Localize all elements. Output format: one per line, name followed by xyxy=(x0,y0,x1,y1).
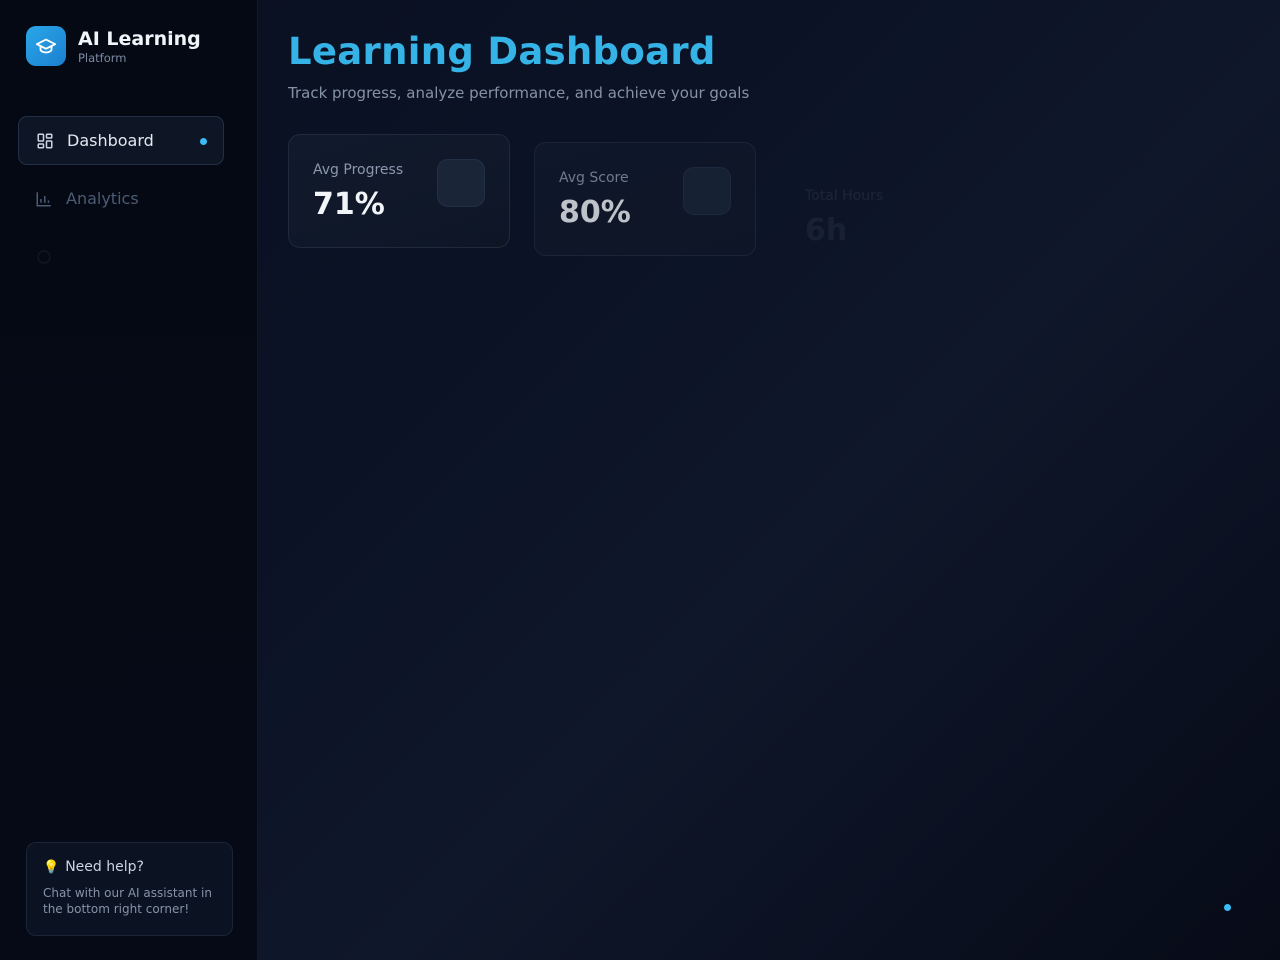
stat-label: Avg Score xyxy=(559,170,629,186)
sidebar-item-label: Dashboard xyxy=(67,131,154,150)
chat-assistant-indicator[interactable] xyxy=(1224,904,1231,911)
help-card: 💡 Need help? Chat with our AI assistant … xyxy=(26,842,233,936)
sidebar-item-analytics[interactable]: Analytics xyxy=(18,174,224,223)
stat-value: 80% xyxy=(559,195,631,230)
stat-card-avg-progress: Avg Progress 71% xyxy=(288,134,510,248)
page-subtitle: Track progress, analyze performance, and… xyxy=(288,84,750,102)
stat-card-total-hours: Total Hours 6h xyxy=(780,160,1002,274)
stat-icon xyxy=(437,159,485,207)
bar-chart-icon xyxy=(34,189,54,209)
sidebar-item-hidden[interactable] xyxy=(18,232,224,281)
stat-label: Avg Progress xyxy=(313,162,404,178)
lightbulb-icon: 💡 xyxy=(43,859,60,875)
item-icon xyxy=(34,247,54,267)
graduation-cap-icon xyxy=(26,26,66,66)
dashboard-grid-icon xyxy=(35,131,55,151)
active-indicator-dot xyxy=(200,138,207,145)
page-title: Learning Dashboard xyxy=(288,30,716,73)
brand[interactable]: AI Learning Platform xyxy=(26,26,201,66)
stat-value: 71% xyxy=(313,187,385,222)
brand-subtitle: Platform xyxy=(78,51,127,65)
stat-card-avg-score: Avg Score 80% xyxy=(534,142,756,256)
stat-value: 6h xyxy=(805,213,848,248)
stat-label: Total Hours xyxy=(805,188,884,204)
help-text: Chat with our AI assistant in the bottom… xyxy=(43,886,212,916)
sidebar-item-label: Analytics xyxy=(66,189,139,208)
sidebar-item-dashboard[interactable]: Dashboard xyxy=(18,116,224,165)
help-title: Need help? xyxy=(65,859,144,875)
brand-title: AI Learning xyxy=(78,28,201,50)
sidebar: AI Learning Platform Dashboard Analytics xyxy=(0,0,258,960)
stat-icon xyxy=(683,167,731,215)
